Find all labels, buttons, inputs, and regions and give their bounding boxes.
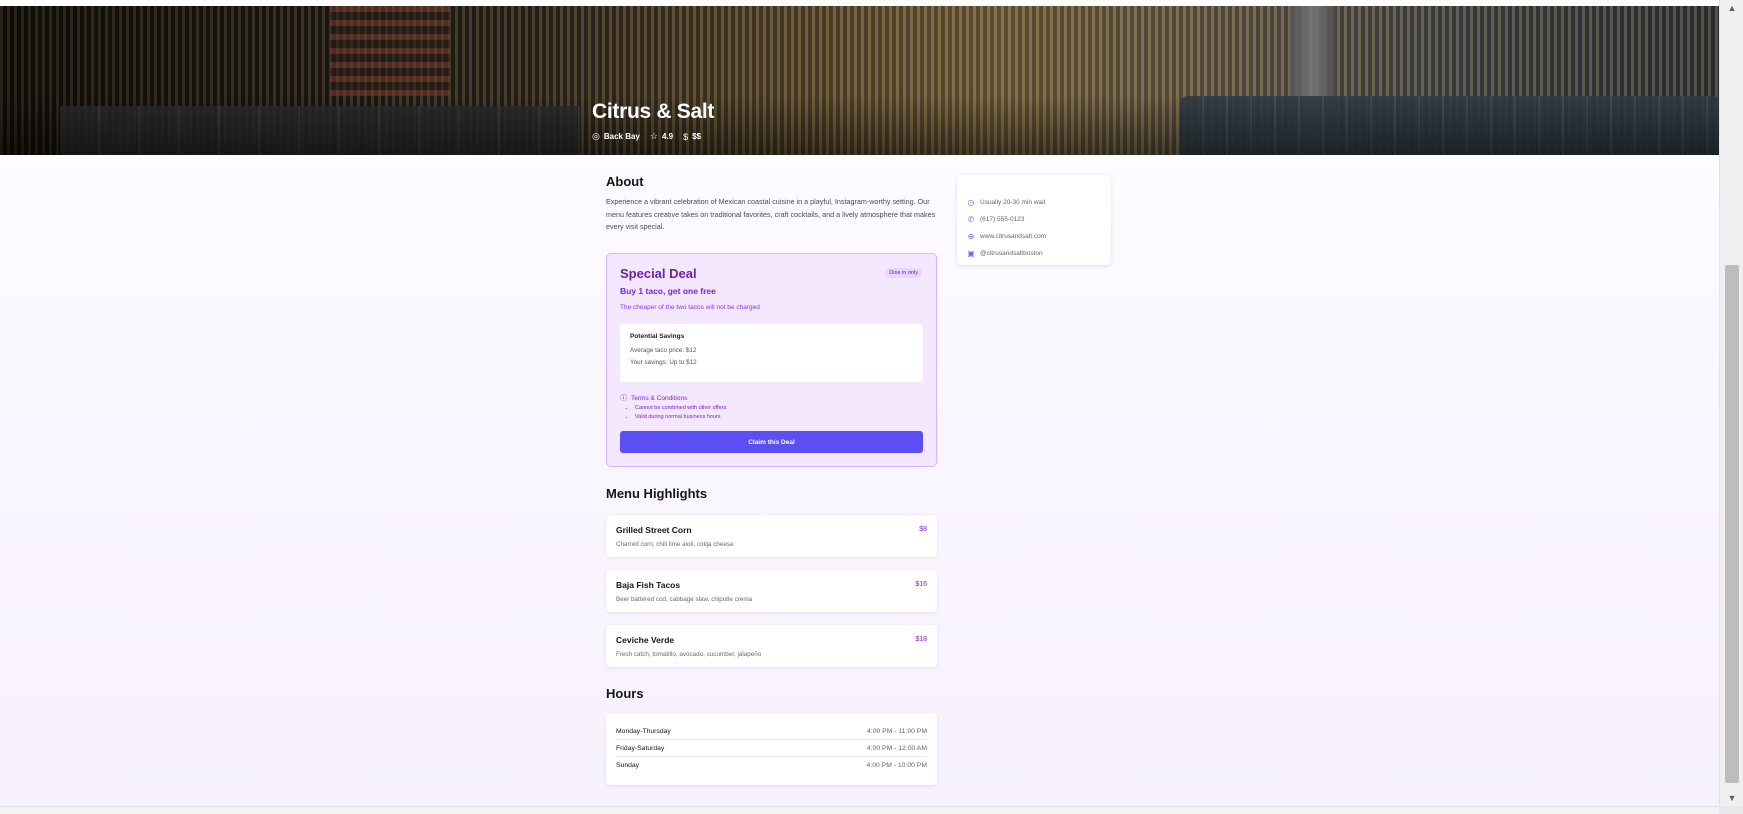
hours-time: 4:00 PM - 11:00 PM <box>867 727 927 735</box>
claim-deal-button[interactable]: Claim this Deal <box>620 431 923 453</box>
restaurant-meta: ◎ Back Bay ☆ 4.9 $ $$ <box>592 131 701 142</box>
hero-shade <box>0 95 1719 155</box>
deal-headline: Buy 1 taco, get one free <box>620 286 716 296</box>
deal-title: Special Deal <box>620 266 697 281</box>
savings-box: Potential Savings Average taco price: $1… <box>620 324 923 382</box>
terms-item: Valid during normal business hours <box>635 414 726 420</box>
price-level: $$ <box>692 132 702 141</box>
dollar-icon: $ <box>683 131 689 142</box>
menu-item-description: Fresh catch, tomatillo, avocado, cucumbe… <box>616 651 762 658</box>
menu-item-price: $16 <box>915 581 927 588</box>
menu-title: Menu Highlights <box>606 486 708 501</box>
meta-price: $ $$ <box>683 132 701 142</box>
instagram-link[interactable]: @citrusandsaltboston <box>980 250 1043 257</box>
clock-icon: ◷ <box>967 197 975 207</box>
terms-list: Cannot be combined with other offers Val… <box>635 405 726 423</box>
hours-card: Monday-Thursday 4:00 PM - 11:00 PM Frida… <box>606 713 937 785</box>
menu-item: Baja Fish Tacos $16 Beer battered cod, c… <box>606 570 937 612</box>
scroll-down-arrow-icon[interactable]: ▼ <box>1720 790 1743 806</box>
hours-title: Hours <box>606 686 644 701</box>
hours-time: 4:00 PM - 10:00 PM <box>866 762 927 769</box>
star-icon: ☆ <box>649 131 658 141</box>
menu-item-name: Ceviche Verde <box>616 635 675 645</box>
average-price: Average taco price: $12 <box>630 347 697 354</box>
phone-icon: ✆ <box>967 214 975 224</box>
hours-row: Monday-Thursday 4:00 PM - 11:00 PM <box>616 723 927 740</box>
rating-value: 4.9 <box>661 132 674 141</box>
terms-toggle[interactable]: ⓘ Terms & Conditions <box>620 393 687 403</box>
hours-time: 4:00 PM - 12:00 AM <box>866 744 927 752</box>
menu-item-price: $18 <box>915 636 927 643</box>
menu-item-name: Baja Fish Tacos <box>616 580 681 590</box>
terms-label[interactable]: Terms & Conditions <box>631 395 687 402</box>
info-instagram[interactable]: ▣ @citrusandsaltboston <box>967 245 1101 262</box>
info-icon: ⓘ <box>620 395 627 402</box>
location-pin-icon: ◎ <box>592 131 600 141</box>
wait-text: Usually 20-30 min wait <box>980 199 1046 206</box>
menu-item-name: Grilled Street Corn <box>616 525 692 535</box>
hours-day: Monday-Thursday <box>616 727 671 735</box>
hours-row: Sunday 4:00 PM - 10:00 PM <box>616 757 927 774</box>
info-website[interactable]: ⊕ www.citrusandsalt.com <box>967 228 1101 245</box>
hero-banner: Citrus & Salt ◎ Back Bay ☆ 4.9 $ $$ <box>0 6 1719 155</box>
hero-image-shelf <box>330 6 450 96</box>
bottom-edge <box>0 806 1719 814</box>
menu-item: Grilled Street Corn $8 Charred corn, chi… <box>606 515 937 557</box>
info-card: ◷ Usually 20-30 min wait ✆ (617) 555-012… <box>957 175 1111 265</box>
hours-day: Sunday <box>616 762 640 769</box>
menu-item-price: $8 <box>919 526 927 533</box>
page-viewport: Citrus & Salt ◎ Back Bay ☆ 4.9 $ $$ Abou… <box>0 0 1719 806</box>
about-text: Experience a vibrant celebration of Mexi… <box>606 197 936 231</box>
deal-badge: Dine in only <box>885 268 922 278</box>
special-deal-card: Special Deal Dine in only Buy 1 taco, ge… <box>606 253 937 467</box>
meta-location: ◎ Back Bay <box>592 131 640 142</box>
restaurant-name: Citrus & Salt <box>592 100 715 123</box>
neighborhood-label: Back Bay <box>603 132 640 141</box>
menu-item: Ceviche Verde $18 Fresh catch, tomatillo… <box>606 625 937 667</box>
deal-description: The cheaper of the two tacos will not be… <box>620 304 760 311</box>
phone-text[interactable]: (617) 555-0123 <box>980 216 1024 223</box>
info-wait: ◷ Usually 20-30 min wait <box>967 194 1101 211</box>
globe-icon: ⊕ <box>967 231 975 241</box>
meta-rating: ☆ 4.9 <box>650 131 673 142</box>
hours-day: Friday-Saturday <box>616 744 665 752</box>
vertical-scrollbar[interactable]: ▲ ▼ <box>1719 0 1743 806</box>
instagram-icon: ▣ <box>967 248 975 258</box>
about-title: About <box>606 174 644 189</box>
scrollbar-thumb[interactable] <box>1725 265 1739 783</box>
terms-item: Cannot be combined with other offers <box>635 405 726 411</box>
website-link[interactable]: www.citrusandsalt.com <box>980 233 1046 240</box>
menu-item-description: Charred corn, chili lime aioli, cotija c… <box>616 541 734 548</box>
your-savings: Your savings: Up to $12 <box>630 359 697 366</box>
scroll-up-arrow-icon[interactable]: ▲ <box>1720 0 1743 16</box>
hours-row: Friday-Saturday 4:00 PM - 12:00 AM <box>616 740 927 757</box>
menu-item-description: Beer battered cod, cabbage slaw, chipotl… <box>616 596 753 603</box>
info-phone[interactable]: ✆ (617) 555-0123 <box>967 211 1101 228</box>
savings-title: Potential Savings <box>630 333 685 340</box>
